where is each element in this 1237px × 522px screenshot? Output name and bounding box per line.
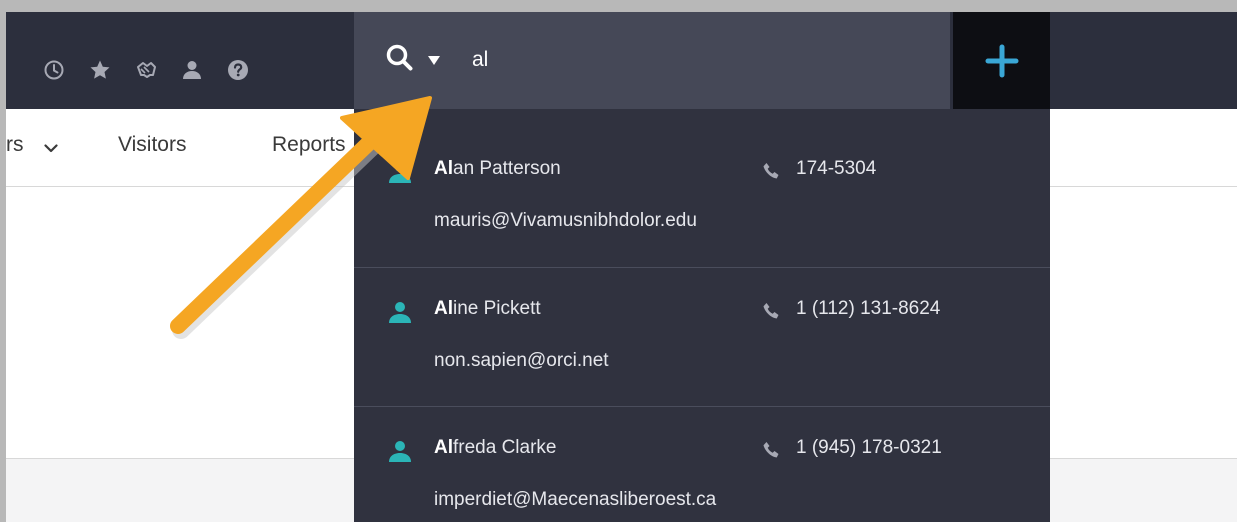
phone-icon <box>763 303 779 319</box>
nav-item-visitors[interactable]: Visitors <box>118 133 186 157</box>
result-email: imperdiet@Maecenasliberoest.ca <box>434 489 717 510</box>
result-phone: 1 (945) 178-0321 <box>796 437 942 458</box>
help-icon[interactable] <box>226 58 250 82</box>
person-icon <box>389 441 411 462</box>
result-name: Alfreda Clarke <box>434 437 557 459</box>
phone-icon <box>763 163 779 179</box>
caret-down-icon[interactable] <box>428 56 440 65</box>
search-input[interactable] <box>472 43 912 77</box>
result-name-rest: an Patterson <box>453 158 561 179</box>
result-phone: 174-5304 <box>796 158 877 179</box>
result-name-rest: freda Clarke <box>453 437 557 458</box>
phone-icon <box>763 442 779 458</box>
result-name: Alan Patterson <box>434 158 561 180</box>
result-name-match: Al <box>434 158 453 179</box>
result-phone: 1 (112) 131-8624 <box>796 298 941 319</box>
star-icon[interactable] <box>88 58 112 82</box>
nav-item-reports[interactable]: Reports <box>272 133 346 157</box>
result-name-rest: ine Pickett <box>453 298 541 319</box>
toolbar-icons <box>42 55 250 85</box>
chevron-down-icon[interactable] <box>44 144 58 153</box>
search-result[interactable]: Alfreda Clarke 1 (945) 178-0321 imperdie… <box>354 407 1050 522</box>
clock-icon[interactable] <box>42 58 66 82</box>
search-result[interactable]: Alan Patterson 174-5304 mauris@Vivamusni… <box>354 109 1050 249</box>
result-name-match: Al <box>434 298 453 319</box>
search-result[interactable]: Aline Pickett 1 (112) 131-8624 non.sapie… <box>354 268 1050 408</box>
search-icon[interactable] <box>384 42 416 74</box>
search-results-dropdown: Alan Patterson 174-5304 mauris@Vivamusni… <box>354 109 1050 522</box>
result-email: non.sapien@orci.net <box>434 350 609 371</box>
window-frame-top <box>0 0 1237 12</box>
result-name: Aline Pickett <box>434 298 541 320</box>
user-icon[interactable] <box>180 58 204 82</box>
person-icon <box>389 162 411 183</box>
add-button[interactable] <box>953 12 1050 109</box>
result-name-match: Al <box>434 437 453 458</box>
nav-item-partial[interactable]: rs <box>6 133 24 157</box>
result-email: mauris@Vivamusnibhdolor.edu <box>434 210 697 231</box>
search-box[interactable] <box>354 12 950 109</box>
handshake-icon[interactable] <box>134 58 158 82</box>
person-icon <box>389 302 411 323</box>
plus-icon <box>985 44 1018 77</box>
